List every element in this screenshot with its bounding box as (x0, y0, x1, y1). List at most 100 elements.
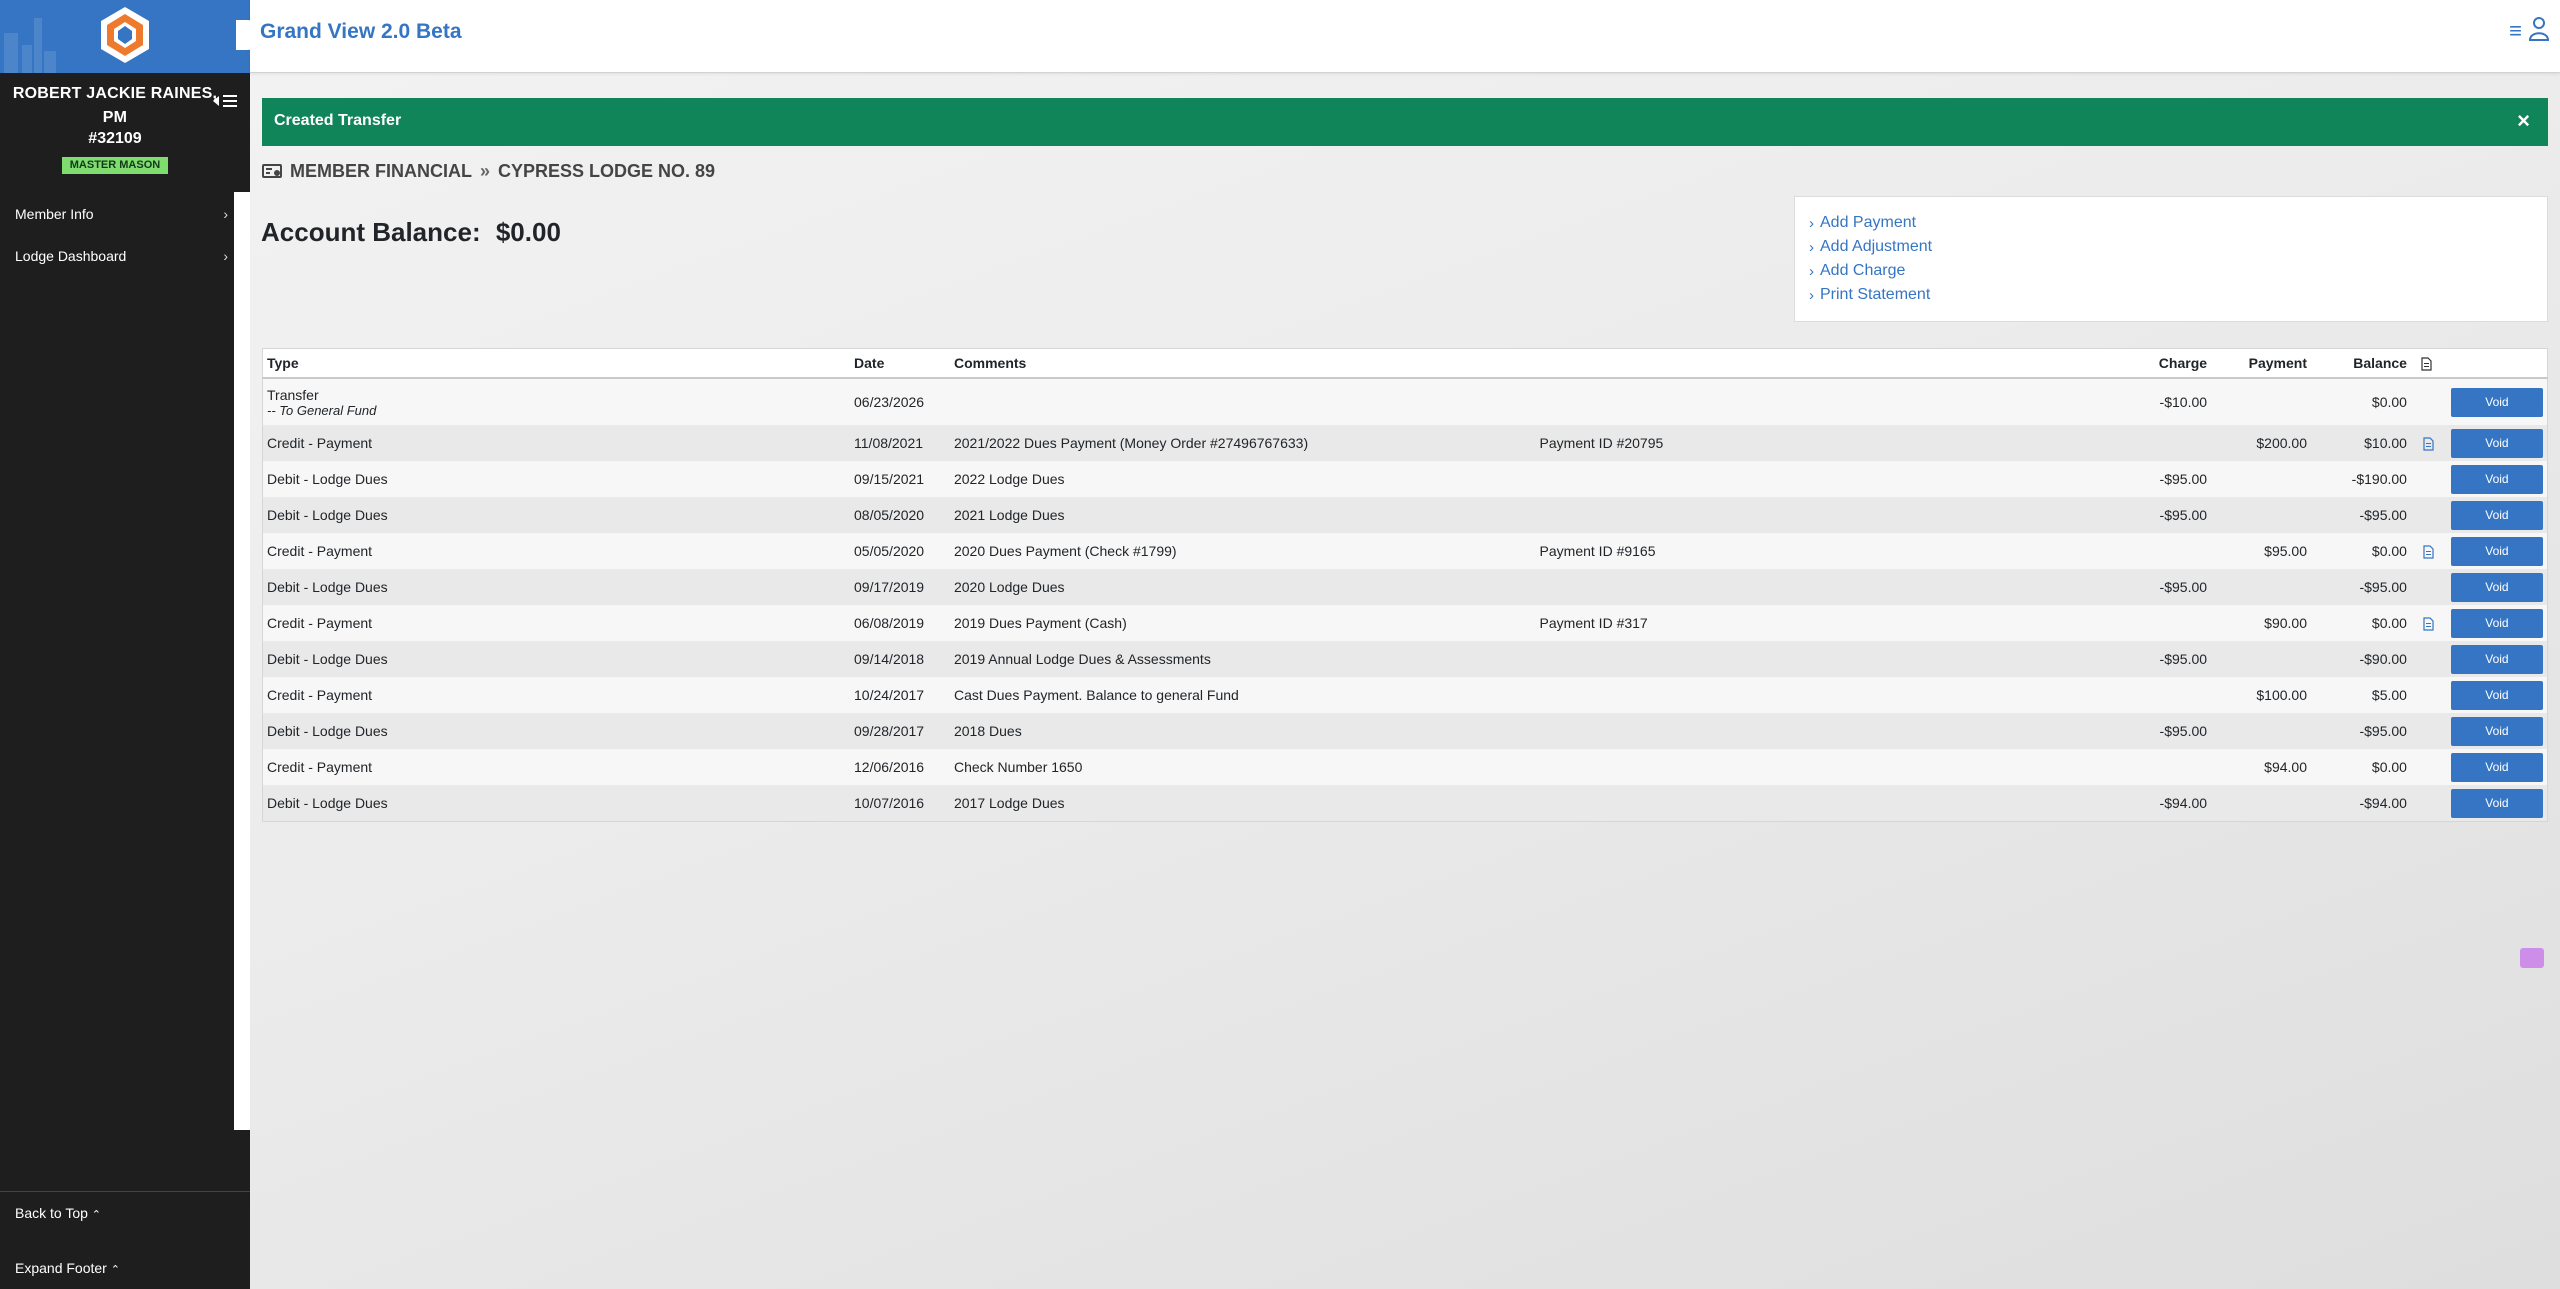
sidebar-rail (234, 192, 250, 1130)
row-type: Debit - Lodge Dues (267, 651, 388, 667)
sidebar-item-member-info[interactable]: Member Info › (0, 196, 234, 232)
back-to-top-link[interactable]: Back to Top ⌃ (15, 1205, 101, 1221)
cell-date: 11/08/2021 (850, 425, 950, 461)
cell-action: Void (2446, 497, 2548, 533)
add-charge-link[interactable]: › Add Charge (1809, 259, 2547, 283)
void-button[interactable]: Void (2450, 536, 2543, 566)
balance-value: $0.00 (495, 217, 561, 247)
void-button[interactable]: Void (2450, 752, 2543, 782)
cell-payment (2211, 641, 2311, 677)
row-type: Credit - Payment (267, 687, 373, 703)
cell-type: Transfer -- To General Fund (262, 378, 851, 425)
cell-comment: 2017 Lodge Dues (949, 785, 1536, 822)
cell-charge: -$95.00 (2141, 497, 2212, 533)
column-header-payment[interactable]: Payment (2211, 348, 2311, 379)
cell-document (2410, 569, 2447, 605)
cell-type: Debit - Lodge Dues (262, 461, 851, 497)
column-header-action (2446, 348, 2548, 379)
cell-payment: $100.00 (2211, 677, 2311, 713)
cell-payment: $200.00 (2211, 425, 2311, 461)
cell-payment: $90.00 (2211, 605, 2311, 641)
row-type: Debit - Lodge Dues (267, 579, 388, 595)
void-button[interactable]: Void (2450, 788, 2543, 818)
cell-balance: -$95.00 (2311, 713, 2411, 749)
void-button[interactable]: Void (2450, 464, 2543, 494)
cell-reference (1535, 713, 2142, 749)
expand-footer-link[interactable]: Expand Footer ⌃ (15, 1260, 120, 1276)
cell-reference (1535, 378, 2142, 425)
cell-type: Debit - Lodge Dues (262, 785, 851, 822)
sidebar-item-label: Lodge Dashboard (15, 248, 127, 264)
menu-icon[interactable]: ≡ (2509, 18, 2522, 44)
chevron-right-icon: › (1809, 262, 1814, 280)
app-title[interactable]: Grand View 2.0 Beta (260, 20, 462, 44)
column-header-type[interactable]: Type (262, 348, 851, 379)
grand-view-logo[interactable] (99, 5, 151, 65)
cell-comment: 2019 Annual Lodge Dues & Assessments (949, 641, 1536, 677)
cell-date: 05/05/2020 (850, 533, 950, 569)
cell-document (2410, 713, 2447, 749)
cell-reference (1535, 785, 2142, 822)
transactions-body: Transfer -- To General Fund 06/23/2026 -$10… (262, 378, 2548, 822)
chevron-right-icon: › (1809, 214, 1814, 232)
cell-balance: $5.00 (2311, 677, 2411, 713)
column-header-comments[interactable]: Comments (949, 348, 1536, 379)
cell-date: 09/14/2018 (850, 641, 950, 677)
document-icon[interactable] (2423, 617, 2435, 631)
cell-type: Credit - Payment (262, 677, 851, 713)
back-to-top-label: Back to Top (15, 1205, 88, 1221)
cell-charge (2141, 533, 2212, 569)
close-icon[interactable]: × (2517, 108, 2530, 134)
void-button[interactable]: Void (2450, 608, 2543, 638)
column-header-charge[interactable]: Charge (2141, 348, 2212, 379)
money-icon (262, 164, 282, 178)
hamburger-icon (223, 95, 237, 107)
column-header-balance[interactable]: Balance (2311, 348, 2411, 379)
success-alert: Created Transfer × (262, 98, 2548, 146)
void-button[interactable]: Void (2450, 500, 2543, 530)
void-button[interactable]: Void (2450, 387, 2543, 417)
cell-balance: -$190.00 (2311, 461, 2411, 497)
cell-balance: $0.00 (2311, 749, 2411, 785)
void-button[interactable]: Void (2450, 572, 2543, 602)
cell-document (2410, 533, 2447, 569)
cell-comment: Check Number 1650 (949, 749, 1536, 785)
cell-reference (1535, 569, 2142, 605)
cell-reference (1535, 641, 2142, 677)
void-button[interactable]: Void (2450, 428, 2543, 458)
add-adjustment-link[interactable]: › Add Adjustment (1809, 235, 2547, 259)
breadcrumb-section[interactable]: MEMBER FINANCIAL (290, 161, 472, 182)
cell-action: Void (2446, 461, 2548, 497)
row-type: Debit - Lodge Dues (267, 471, 388, 487)
cell-action: Void (2446, 533, 2548, 569)
cell-action: Void (2446, 378, 2548, 425)
cell-document (2410, 605, 2447, 641)
table-row: Debit - Lodge Dues 09/28/2017 2018 Dues -$9… (262, 713, 2548, 749)
double-chevron-icon: » (480, 160, 491, 181)
help-widget-icon[interactable] (2520, 948, 2544, 968)
cell-document (2410, 461, 2447, 497)
cell-date: 06/23/2026 (850, 378, 950, 425)
document-icon[interactable] (2423, 545, 2435, 559)
cell-comment: Cast Dues Payment. Balance to general Fu… (949, 677, 1536, 713)
sidebar-handle[interactable] (236, 20, 262, 50)
table-row: Debit - Lodge Dues 10/07/2016 2017 Lodge D… (262, 785, 2548, 822)
print-statement-link[interactable]: › Print Statement (1809, 283, 2547, 307)
cell-comment: 2018 Dues (949, 713, 1536, 749)
cell-charge: -$95.00 (2141, 569, 2212, 605)
void-button[interactable]: Void (2450, 644, 2543, 674)
document-icon[interactable] (2423, 437, 2435, 451)
table-row: Credit - Payment 05/05/2020 2020 Dues Paym… (262, 533, 2548, 569)
breadcrumb-lodge[interactable]: CYPRESS LODGE NO. 89 (498, 161, 715, 182)
cell-date: 10/24/2017 (850, 677, 950, 713)
add-payment-link[interactable]: › Add Payment (1809, 211, 2547, 235)
row-type: Debit - Lodge Dues (267, 507, 388, 523)
table-row: Credit - Payment 12/06/2016 Check Number 1… (262, 749, 2548, 785)
sidebar-collapse-toggle[interactable] (212, 91, 244, 111)
chevron-right-icon: › (223, 206, 228, 222)
column-header-date[interactable]: Date (850, 348, 950, 379)
sidebar-item-lodge-dashboard[interactable]: Lodge Dashboard › (0, 238, 234, 274)
void-button[interactable]: Void (2450, 680, 2543, 710)
void-button[interactable]: Void (2450, 716, 2543, 746)
user-icon[interactable] (2528, 16, 2550, 42)
